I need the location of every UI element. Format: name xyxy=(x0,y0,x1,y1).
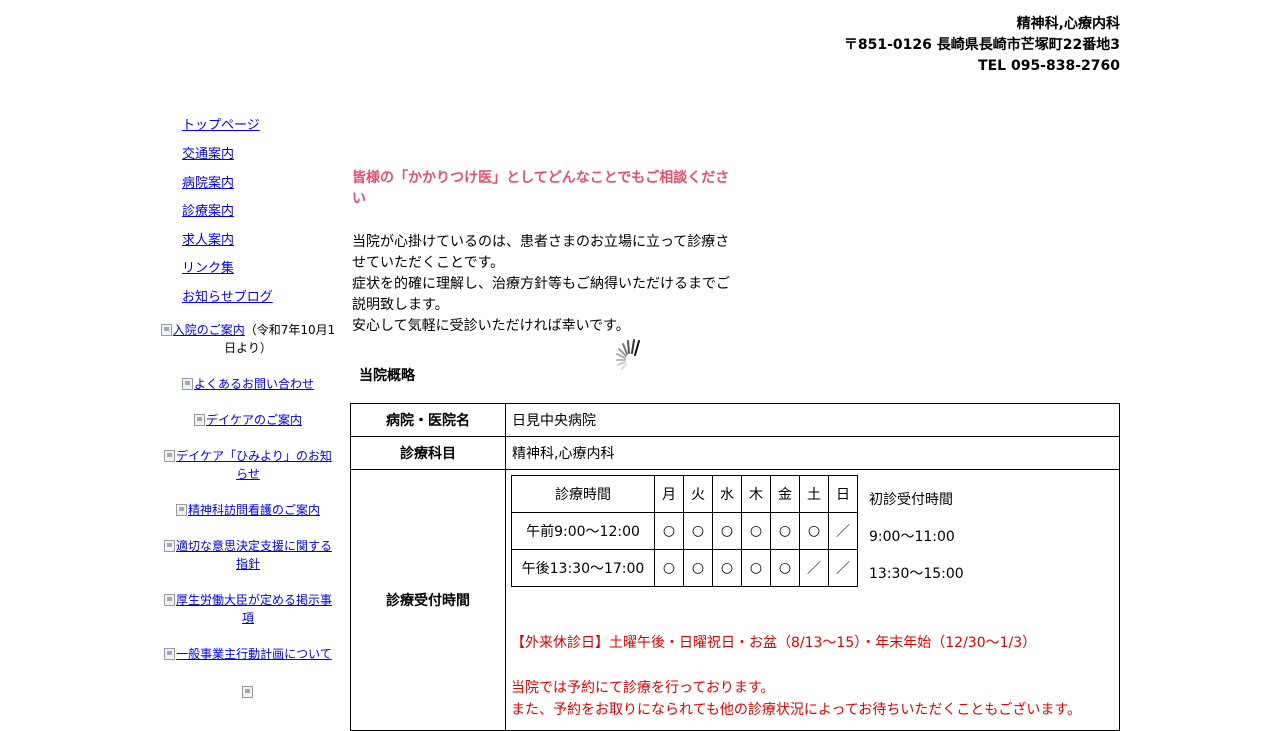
hospital-name-value: 日見中央病院 xyxy=(505,403,1120,437)
banner-daycare-news: デイケア「ひみより」のお知らせ xyxy=(160,447,336,483)
banner-faq: よくあるお問い合わせ xyxy=(160,375,336,393)
hospital-name-label: 病院・医院名 xyxy=(350,403,506,437)
reservation-note-line: 当院では予約にて診療を行っております。 xyxy=(511,680,775,696)
day-tue: 火 xyxy=(683,475,713,513)
hours-row-afternoon: 午後13:30～17:00 ○ ○ ○ ○ ○ ／ ／ xyxy=(511,549,858,587)
intro-body: 当院が心掛けているのは、患者さまのお立場に立って診療させていただくことです。 症… xyxy=(352,232,737,337)
broken-image-icon xyxy=(163,594,175,606)
banner-admission-link[interactable]: 入院のご案内 xyxy=(160,323,245,337)
day-fri: 金 xyxy=(770,475,800,513)
overview-table: 病院・医院名 日見中央病院 診療科目 精神科,心療内科 診療受付時間 診療時間 … xyxy=(350,403,1120,731)
availability-mark: ○ xyxy=(741,549,771,587)
availability-mark: ○ xyxy=(799,512,829,550)
nav-recruit[interactable]: 求人案内 xyxy=(182,231,234,251)
banner-action-plan-link[interactable]: 一般事業主行動計画について xyxy=(164,647,332,661)
availability-mark: ○ xyxy=(770,512,800,550)
nav-medical[interactable]: 診療案内 xyxy=(182,202,234,222)
availability-mark: ／ xyxy=(799,549,829,587)
availability-mark: ○ xyxy=(654,549,684,587)
first-visit-title: 初診受付時間 xyxy=(869,492,953,508)
intro-paragraph: 症状を的確に理解し、治療方針等もご納得いただけるまでご説明致します。 xyxy=(352,276,730,313)
availability-mark: ○ xyxy=(654,512,684,550)
availability-mark: ○ xyxy=(712,512,742,550)
broken-image-icon xyxy=(160,324,172,336)
broken-image-icon xyxy=(181,378,193,390)
broken-image-icon xyxy=(175,504,187,516)
broken-image-icon xyxy=(164,648,176,660)
nav-top[interactable]: トップページ xyxy=(182,116,260,136)
reception-hours-content: 診療時間 月 火 水 木 金 土 日 午前9:00～12:00 ○ ○ ○ ○ … xyxy=(506,470,1119,730)
day-thu: 木 xyxy=(741,475,771,513)
intro-paragraph: 安心して気軽に受診いただければ幸いです。 xyxy=(352,318,630,334)
nav-hospital[interactable]: 病院案内 xyxy=(182,174,234,194)
banner-admission: 入院のご案内（令和7年10月1日より） xyxy=(160,321,336,357)
banner-mhlw-notice-link[interactable]: 厚生労働大臣が定める掲示事項 xyxy=(163,593,332,625)
banner-daycare-link[interactable]: デイケアのご案内 xyxy=(193,413,302,427)
first-visit-hours: 初診受付時間 9:00～11:00 13:30～15:00 xyxy=(869,490,964,601)
day-wed: 水 xyxy=(712,475,742,513)
banner-home-nursing: 精神科訪問看護のご案内 xyxy=(160,501,336,519)
intro-heading: 皆様の「かかりつけ医」としてどんなことでもご相談ください xyxy=(352,170,730,207)
day-sat: 土 xyxy=(799,475,829,513)
banner-decision-support: 適切な意思決定支援に関する指針 xyxy=(160,537,336,573)
availability-mark: ○ xyxy=(741,512,771,550)
header-tel: TEL 095-838-2760 xyxy=(978,58,1120,74)
banner-decision-support-link[interactable]: 適切な意思決定支援に関する指針 xyxy=(163,539,332,571)
hours-row-label: 午後13:30～17:00 xyxy=(511,549,655,587)
reception-hours-label: 診療受付時間 xyxy=(350,469,506,731)
reservation-note-line: また、予約をお取りになられても他の診療状況によってお待ちいただくこともございます… xyxy=(511,702,1081,718)
first-visit-time: 9:00～11:00 xyxy=(869,529,955,545)
availability-mark: ○ xyxy=(770,549,800,587)
banner-image xyxy=(160,683,336,701)
table-row: 病院・医院名 日見中央病院 xyxy=(350,403,1120,437)
broken-image-icon xyxy=(164,450,176,462)
reception-hours-cell: 診療時間 月 火 水 木 金 土 日 午前9:00～12:00 ○ ○ ○ ○ … xyxy=(505,469,1120,731)
banner-mhlw-notice: 厚生労働大臣が定める掲示事項 xyxy=(160,591,336,627)
closed-days-note: 【外来休診日】土曜午後・日曜祝日・お盆（8/13～15）・年末年始（12/30～… xyxy=(511,635,1037,651)
reservation-note: 当院では予約にて診療を行っております。 また、予約をお取りになられても他の診療状… xyxy=(511,677,1081,721)
department-value: 精神科,心療内科 xyxy=(505,436,1120,470)
header-address: 〒851-0126 長崎県長崎市芒塚町22番地3 xyxy=(843,37,1120,53)
availability-mark: ○ xyxy=(683,549,713,587)
nav-links[interactable]: リンク集 xyxy=(182,259,234,279)
banner-daycare: デイケアのご案内 xyxy=(160,411,336,429)
availability-mark: ／ xyxy=(828,549,858,587)
banner-home-nursing-link[interactable]: 精神科訪問看護のご案内 xyxy=(175,503,320,517)
hours-header: 診療時間 xyxy=(511,475,655,513)
day-sun: 日 xyxy=(828,475,858,513)
hours-header-row: 診療時間 月 火 水 木 金 土 日 xyxy=(511,475,858,513)
day-mon: 月 xyxy=(654,475,684,513)
hours-row-morning: 午前9:00～12:00 ○ ○ ○ ○ ○ ○ ／ xyxy=(511,512,858,550)
banner-faq-link[interactable]: よくあるお問い合わせ xyxy=(181,377,314,391)
availability-mark: ○ xyxy=(712,549,742,587)
banner-action-plan: 一般事業主行動計画について xyxy=(160,645,336,663)
header-specialty: 精神科,心療内科 xyxy=(1016,16,1120,32)
overview-heading: 当院概略 xyxy=(359,368,415,384)
intro-paragraph: 当院が心掛けているのは、患者さまのお立場に立って診療させていただくことです。 xyxy=(352,234,730,271)
availability-mark: ／ xyxy=(828,512,858,550)
broken-image-icon[interactable] xyxy=(242,686,253,698)
department-label: 診療科目 xyxy=(350,436,506,470)
nav-access[interactable]: 交通案内 xyxy=(182,145,234,165)
first-visit-time: 13:30～15:00 xyxy=(869,566,964,582)
broken-image-icon xyxy=(163,540,175,552)
loading-spinner-icon xyxy=(616,339,640,370)
hours-table: 診療時間 月 火 水 木 金 土 日 午前9:00～12:00 ○ ○ ○ ○ … xyxy=(511,475,858,587)
table-row: 診療科目 精神科,心療内科 xyxy=(350,436,1120,470)
availability-mark: ○ xyxy=(683,512,713,550)
nav-blog[interactable]: お知らせブログ xyxy=(182,288,273,308)
banner-daycare-news-link[interactable]: デイケア「ひみより」のお知らせ xyxy=(164,449,332,481)
site-header: 精神科,心療内科 〒851-0126 長崎県長崎市芒塚町22番地3 TEL 09… xyxy=(700,14,1120,77)
table-row: 診療受付時間 診療時間 月 火 水 木 金 土 日 午前9:00～12:00 ○… xyxy=(350,469,1120,731)
hours-row-label: 午前9:00～12:00 xyxy=(511,512,655,550)
broken-image-icon xyxy=(193,414,205,426)
